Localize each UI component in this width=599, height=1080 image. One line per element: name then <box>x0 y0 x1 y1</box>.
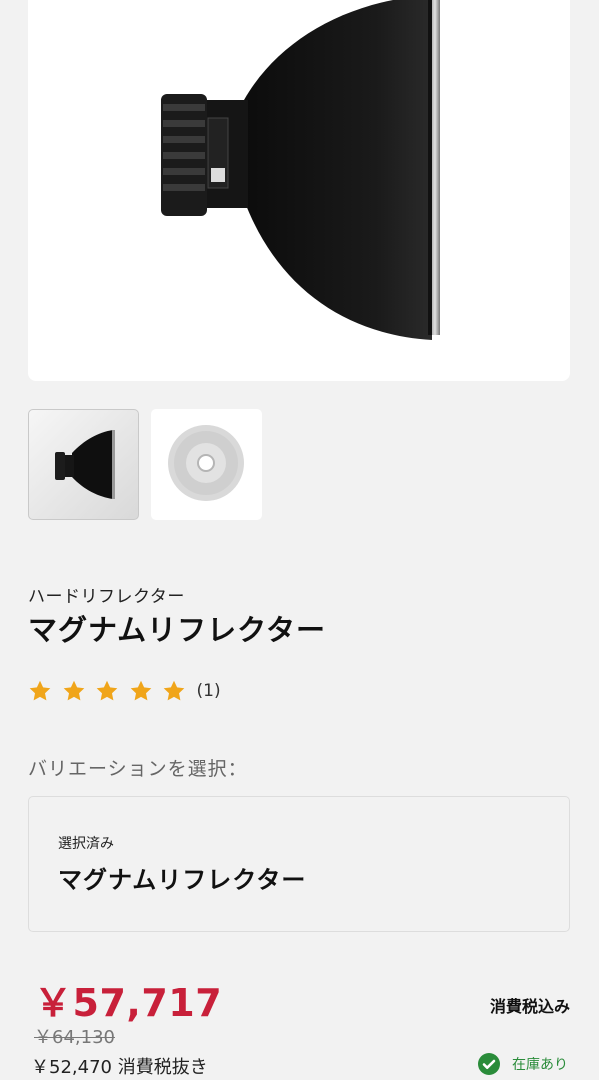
variation-selected-caption: 選択済み <box>58 836 114 852</box>
net-price: ￥52,470 消費税抜き <box>31 1057 208 1078</box>
check-circle-icon <box>478 1053 500 1075</box>
thumbnail-front-view[interactable] <box>151 409 262 520</box>
variation-label: バリエーションを選択： <box>28 758 248 780</box>
star-icon <box>163 680 185 701</box>
stock-label: 在庫あり <box>512 1057 568 1073</box>
original-price: ￥64,130 <box>34 1027 115 1048</box>
reflector-front-thumbnail-image <box>168 425 244 501</box>
variation-selector[interactable]: 選択済み マグナムリフレクター <box>28 796 570 932</box>
product-category: ハードリフレクター <box>28 587 185 607</box>
price: ￥57,717 <box>34 981 223 1025</box>
variation-selected-value: マグナムリフレクター <box>58 866 307 894</box>
rating-count[interactable]: (1) <box>197 681 221 701</box>
main-product-image[interactable] <box>28 0 570 381</box>
star-icon <box>63 680 84 701</box>
star-icon <box>96 680 118 701</box>
star-icon <box>29 680 51 701</box>
thumbnail-side-view[interactable] <box>28 409 139 520</box>
product-title: マグナムリフレクター <box>28 613 326 647</box>
stock-status: 在庫あり <box>478 1053 568 1075</box>
reflector-thumbnail-image <box>55 430 115 499</box>
rating[interactable]: (1) <box>28 677 221 705</box>
tax-included-label: 消費税込み <box>489 997 570 1016</box>
reflector-side-image <box>161 0 440 340</box>
star-icon <box>130 680 151 701</box>
